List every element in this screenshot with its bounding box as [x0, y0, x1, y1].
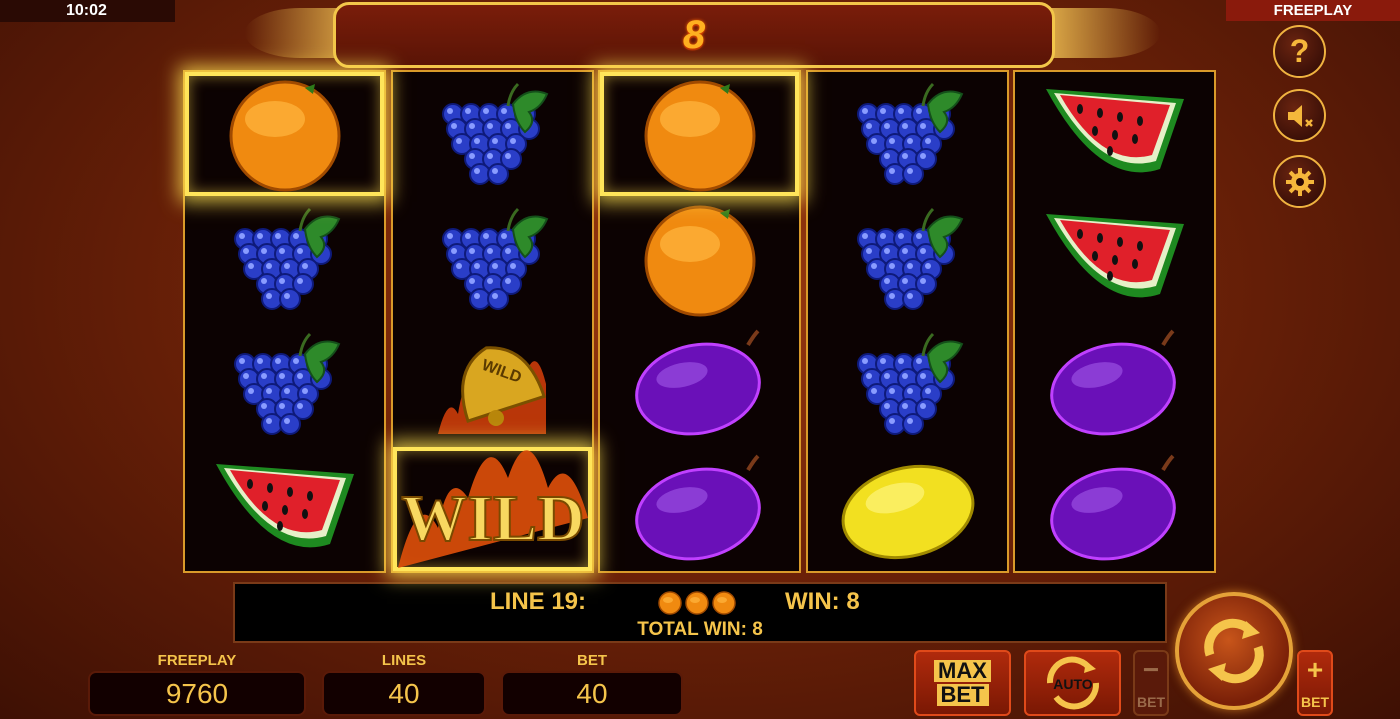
plum-symbol — [1015, 447, 1214, 571]
bet-label: BET — [577, 652, 607, 669]
lines-value: 40 — [322, 671, 486, 716]
auto-label: AUTO — [1053, 676, 1093, 692]
clock: 10:02 — [0, 0, 175, 22]
question-mark-icon: ? — [1289, 33, 1310, 69]
grapes-symbol — [185, 197, 384, 321]
bet-decrease-button[interactable]: − BET — [1133, 650, 1169, 716]
spin-button[interactable] — [1175, 592, 1293, 710]
grapes-symbol — [393, 72, 592, 196]
bet-increase-label: BET — [1301, 694, 1329, 710]
plum-symbol — [1015, 322, 1214, 446]
help-button[interactable]: ? — [1273, 25, 1326, 78]
line-win-label: WIN: 8 — [785, 588, 860, 615]
max-bet-label-bottom: BET — [936, 684, 989, 706]
wild-symbol: WILD — [393, 447, 592, 571]
watermelon-symbol — [1015, 72, 1214, 196]
reels: WILD WILD — [183, 70, 1218, 575]
win-line-label: LINE 19: — [490, 588, 587, 615]
win-line-symbols — [658, 591, 736, 622]
max-bet-button[interactable]: MAX BET — [914, 650, 1011, 716]
speaker-muted-icon — [1287, 104, 1313, 127]
minus-icon: − — [1142, 654, 1160, 685]
flame-wing-right — [1050, 8, 1160, 58]
lemon-symbol — [808, 447, 1007, 571]
settings-button[interactable] — [1273, 155, 1326, 208]
max-bet-label-top: MAX — [934, 660, 991, 682]
orange-symbol — [185, 72, 384, 196]
orange-mini-icon — [658, 591, 682, 622]
plum-symbol — [600, 322, 799, 446]
bet-value: 40 — [501, 671, 683, 716]
reel-2: WILD WILD — [391, 70, 594, 573]
watermelon-symbol — [185, 447, 384, 571]
freeplay-balance: 9760 — [88, 671, 306, 716]
auto-spin-icon: AUTO — [1046, 656, 1099, 710]
bet-increase-button[interactable]: + BET — [1297, 650, 1333, 716]
orange-mini-icon — [685, 591, 709, 622]
grapes-symbol — [808, 72, 1007, 196]
gear-icon — [1285, 167, 1314, 196]
reel-5 — [1013, 70, 1216, 573]
bell-wild-symbol: WILD — [393, 322, 592, 446]
win-info-panel: LINE 19: WIN: 8 TOTAL WIN: 8 — [233, 582, 1167, 643]
grapes-symbol — [808, 322, 1007, 446]
auto-spin-button[interactable]: AUTO — [1024, 650, 1121, 716]
total-win-label: TOTAL WIN: 8 — [637, 619, 763, 640]
sound-button[interactable] — [1273, 89, 1326, 142]
orange-symbol — [600, 72, 799, 196]
win-display: 8 — [333, 2, 1055, 68]
grapes-symbol — [185, 322, 384, 446]
grapes-symbol — [393, 197, 592, 321]
orange-mini-icon — [712, 591, 736, 622]
wild-symbol-label: WILD — [401, 482, 584, 555]
reel-4 — [806, 70, 1009, 573]
watermelon-symbol — [1015, 197, 1214, 321]
plum-symbol — [600, 447, 799, 571]
grapes-symbol — [808, 197, 1007, 321]
reel-3 — [598, 70, 801, 573]
spin-arrows-icon — [1204, 618, 1264, 684]
lines-label: LINES — [381, 652, 427, 669]
mode-badge: FREEPLAY — [1226, 0, 1400, 21]
reel-1 — [183, 70, 386, 573]
freeplay-label: FREEPLAY — [157, 652, 237, 669]
win-amount: 8 — [682, 12, 706, 57]
orange-symbol — [600, 197, 799, 321]
bet-decrease-label: BET — [1137, 694, 1165, 710]
plus-icon: + — [1306, 654, 1324, 685]
